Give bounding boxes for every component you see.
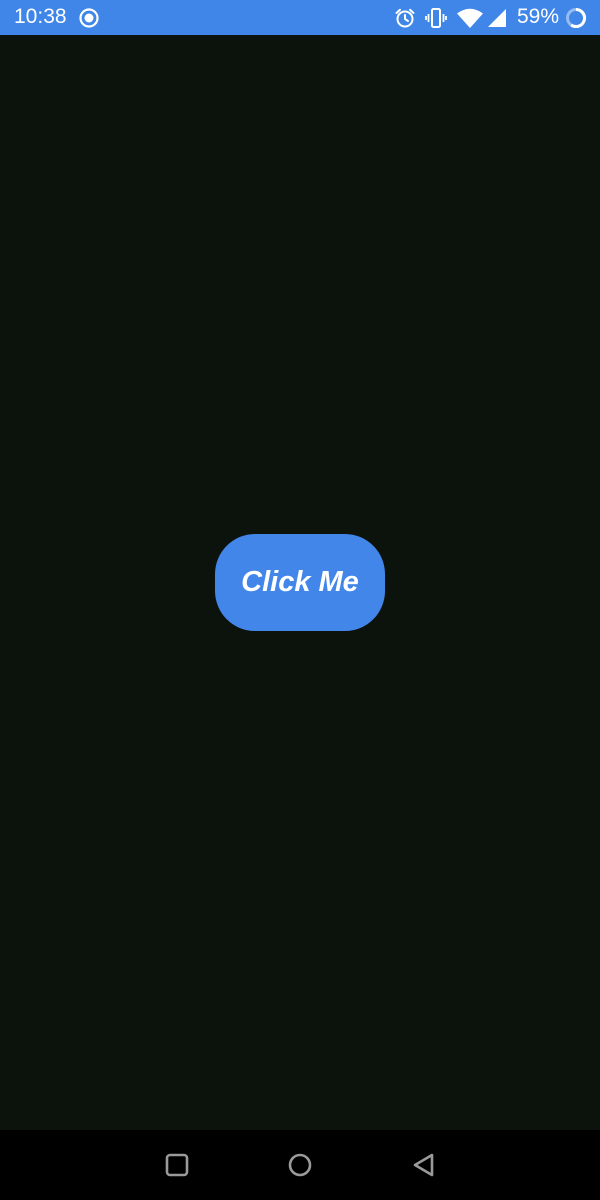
status-time: 10:38: [14, 5, 67, 28]
wifi-icon: [457, 8, 483, 28]
click-me-button[interactable]: Click Me: [215, 534, 385, 631]
battery-percent: 59%: [517, 5, 560, 28]
record-icon: [79, 8, 99, 28]
cell-signal-icon: [488, 9, 506, 27]
alarm-icon: [395, 8, 415, 28]
navigation-bar: [0, 1130, 600, 1200]
battery-icon: [566, 7, 587, 28]
vibrate-icon: [425, 8, 447, 28]
back-button[interactable]: [411, 1152, 437, 1178]
home-button[interactable]: [287, 1152, 313, 1178]
status-bar: 10:38 59%: [0, 0, 600, 35]
recents-button[interactable]: [164, 1152, 190, 1178]
